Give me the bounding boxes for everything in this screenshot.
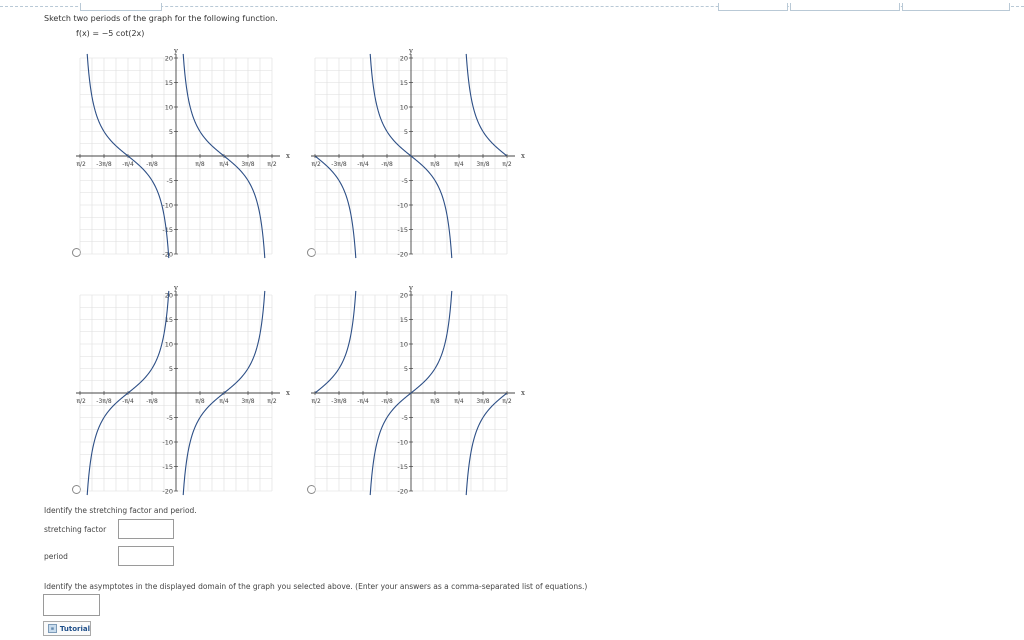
x-tick-label: -π/4: [122, 161, 134, 168]
cot-branch: [315, 290, 357, 394]
x-tick-label: π/4: [219, 398, 229, 405]
question-prompt: Sketch two periods of the graph for the …: [44, 14, 278, 23]
graph-option-d: x y20 15 10 5 -5 -10 -15 -20 -π/2 -3π/8 -π/4 -π/8 π/8…: [311, 281, 541, 496]
y-tick-label: -20: [162, 488, 173, 496]
x-tick-label: -π/4: [357, 161, 369, 168]
x-tick-label: -π/8: [146, 398, 158, 405]
cot-branch: [315, 155, 357, 259]
y-tick-label: -10: [162, 202, 173, 210]
cot-branch: [465, 53, 507, 157]
x-tick-label: -π/2: [76, 398, 86, 405]
x-tick-label: π/4: [219, 161, 229, 168]
y-tick-label: -15: [397, 226, 408, 234]
identify-prompt: Identify the stretching factor and perio…: [44, 506, 197, 515]
graph-b-svg: x y20 15 10 5 -5 -10 -15 -20 -π/2 -3π/8 -π/4 -π/8 π/8…: [311, 47, 525, 259]
y-axis-label: y: [173, 47, 178, 55]
x-tick-label: -π/8: [381, 161, 393, 168]
y-tick-label: -10: [162, 439, 173, 447]
tutorial-label: Tutorial: [59, 624, 90, 633]
y-tick-label: 10: [400, 104, 408, 112]
x-tick-label: 3π/8: [241, 398, 254, 405]
x-tick-label: π/4: [454, 161, 464, 168]
y-tick-label: -5: [167, 177, 173, 185]
x-tick-label: -π/4: [357, 398, 369, 405]
y-tick-label: -5: [402, 177, 408, 185]
y-tick-label: 15: [165, 79, 173, 87]
y-tick-label: 20: [165, 55, 173, 63]
y-tick-label: 15: [400, 316, 408, 324]
y-tick-label: -20: [162, 251, 173, 259]
x-tick-label: π/8: [195, 161, 205, 168]
top-tab[interactable]: [80, 3, 162, 11]
y-tick-label: 20: [400, 292, 408, 300]
x-tick-label: π/2: [267, 161, 277, 168]
y-tick-label: 15: [400, 79, 408, 87]
x-axis-label: x: [286, 389, 290, 397]
x-axis-label: x: [521, 389, 525, 397]
top-tab[interactable]: [902, 3, 1010, 11]
y-tick-label: -5: [167, 414, 173, 422]
y-tick-label: 5: [404, 128, 408, 136]
x-tick-label: -3π/8: [331, 398, 347, 405]
x-tick-label: π/2: [502, 161, 512, 168]
y-tick-label: -20: [397, 488, 408, 496]
x-axis-label: x: [521, 152, 525, 160]
graph-option-b: x y20 15 10 5 -5 -10 -15 -20 -π/2 -3π/8 -π/4 -π/8 π/8…: [311, 44, 541, 259]
top-divider: [0, 3, 1024, 11]
x-tick-label: -π/2: [311, 161, 321, 168]
x-tick-label: -π/8: [381, 398, 393, 405]
y-tick-label: -15: [162, 226, 173, 234]
y-tick-label: 10: [165, 341, 173, 349]
x-tick-label: -π/4: [122, 398, 134, 405]
y-tick-label: -15: [162, 463, 173, 471]
y-tick-label: 5: [169, 128, 173, 136]
x-tick-label: -3π/8: [331, 161, 347, 168]
tutorial-icon: ≡: [48, 624, 57, 633]
y-tick-label: -10: [397, 202, 408, 210]
y-tick-label: 20: [400, 55, 408, 63]
graph-option-c: xy2015105-5-10-15-20-π/2-3π/8-π/4-π/8π/8…: [76, 281, 306, 496]
x-tick-label: -3π/8: [96, 398, 112, 405]
graph-d-svg: x y20 15 10 5 -5 -10 -15 -20 -π/2 -3π/8 -π/4 -π/8 π/8…: [311, 284, 525, 496]
x-tick-label: π/8: [430, 398, 440, 405]
x-axis-label: x: [286, 152, 290, 160]
x-tick-label: -π/2: [76, 161, 86, 168]
graph-a-svg: x y20 15 10 5 -5 -10 -15 -20 -π/2 -3π/8 -π/4 -π/8 π/8…: [76, 47, 290, 259]
top-tab[interactable]: [718, 3, 788, 11]
y-tick-label: 5: [404, 365, 408, 373]
y-axis-label: y: [408, 284, 413, 292]
x-tick-label: π/8: [430, 161, 440, 168]
x-tick-label: π/2: [267, 398, 277, 405]
y-tick-label: 5: [169, 365, 173, 373]
x-tick-label: 3π/8: [241, 161, 254, 168]
x-tick-label: π/4: [454, 398, 464, 405]
period-label: period: [44, 552, 68, 561]
graph-option-a: x y20 15 10 5 -5 -10 -15 -20 -π/2 -3π/8 -π/4 -π/8 π/8…: [76, 44, 306, 259]
y-tick-label: 10: [165, 104, 173, 112]
x-tick-label: π/2: [502, 398, 512, 405]
function-expression: f(x) = −5 cot(2x): [76, 29, 145, 38]
graph-c-svg: xy2015105-5-10-15-20-π/2-3π/8-π/4-π/8π/8…: [76, 284, 290, 496]
cot-branch: [465, 392, 507, 496]
x-tick-label: -π/8: [146, 161, 158, 168]
period-input[interactable]: [118, 546, 174, 566]
x-tick-label: 3π/8: [476, 398, 489, 405]
top-tab[interactable]: [790, 3, 900, 11]
x-tick-label: π/8: [195, 398, 205, 405]
x-tick-label: -3π/8: [96, 161, 112, 168]
asymptotes-prompt: Identify the asymptotes in the displayed…: [44, 582, 588, 591]
y-tick-label: -5: [402, 414, 408, 422]
asymptotes-input[interactable]: [43, 594, 100, 616]
y-axis-label: y: [173, 284, 178, 292]
y-tick-label: 10: [400, 341, 408, 349]
y-tick-label: -20: [397, 251, 408, 259]
stretching-factor-label: stretching factor: [44, 525, 107, 534]
x-tick-label: 3π/8: [476, 161, 489, 168]
tutorial-button[interactable]: ≡ Tutorial: [43, 621, 91, 636]
x-tick-label: -π/2: [311, 398, 321, 405]
y-axis-label: y: [408, 47, 413, 55]
stretching-factor-input[interactable]: [118, 519, 174, 539]
y-tick-label: -10: [397, 439, 408, 447]
y-tick-label: -15: [397, 463, 408, 471]
